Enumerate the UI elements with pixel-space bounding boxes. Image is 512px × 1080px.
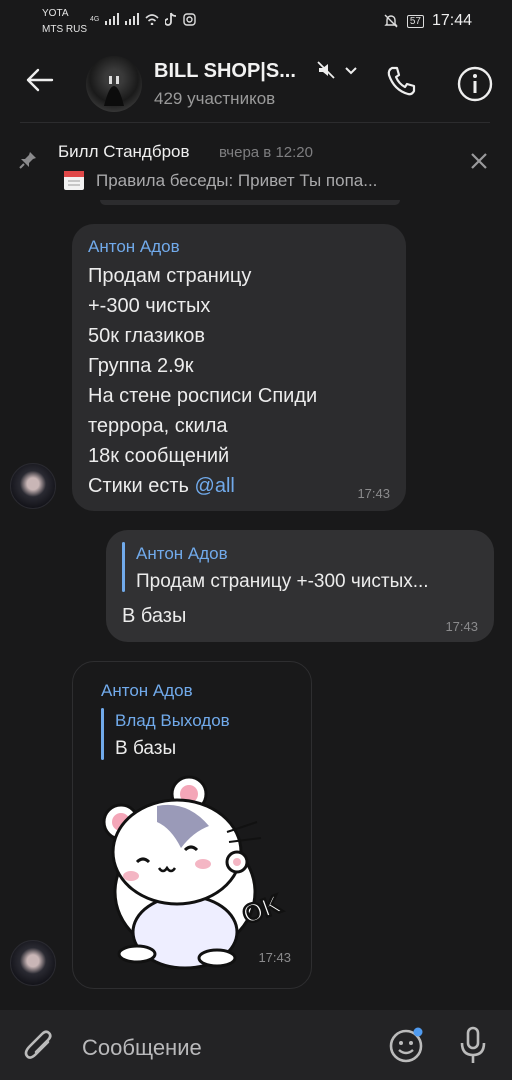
signal-icon bbox=[105, 13, 120, 25]
pinned-time: вчера в 12:20 bbox=[219, 144, 313, 161]
status-bar: YOTA MTS RUS 4G 57 17:44 bbox=[0, 0, 512, 44]
hamster-sticker[interactable]: OK bbox=[97, 772, 293, 972]
pinned-text: Правила беседы: Привет Ты попа... bbox=[96, 171, 378, 190]
reply-author[interactable]: Влад Выходов bbox=[115, 711, 230, 731]
mute-notifications-icon bbox=[384, 14, 398, 28]
reply-author[interactable]: Антон Адов bbox=[136, 544, 228, 564]
message-text: Продам страницу +-300 чистых 50к глазико… bbox=[88, 265, 318, 497]
message-time: 17:43 bbox=[357, 486, 390, 501]
chat-title[interactable]: BILL SHOP|S... bbox=[154, 60, 296, 83]
reply-text[interactable]: В базы bbox=[115, 738, 176, 760]
network-type: 4G bbox=[90, 15, 100, 23]
reply-quote-bar bbox=[101, 708, 104, 760]
microphone-icon[interactable] bbox=[458, 1026, 488, 1066]
avatar[interactable] bbox=[10, 463, 56, 509]
sticker-message[interactable]: Антон Адов Влад Выходов В базы OK 17:43 bbox=[72, 661, 312, 989]
chevron-down-icon[interactable] bbox=[344, 66, 358, 76]
muted-icon bbox=[317, 61, 335, 79]
calendar-icon bbox=[64, 171, 84, 190]
chat-header bbox=[0, 44, 512, 122]
message-text: В базы bbox=[122, 605, 187, 627]
attach-icon[interactable] bbox=[22, 1028, 58, 1064]
bubble-tail-fragment bbox=[100, 200, 400, 205]
masked-figure-icon bbox=[104, 76, 124, 106]
reply-quote-bar bbox=[122, 542, 125, 592]
message-sender[interactable]: Антон Адов bbox=[88, 237, 180, 257]
message-input[interactable]: Сообщение bbox=[82, 1035, 202, 1061]
back-arrow-icon[interactable] bbox=[26, 68, 54, 92]
carrier-1: YOTA bbox=[42, 8, 69, 19]
tiktok-icon bbox=[165, 12, 177, 26]
message-sender[interactable]: Антон Адов bbox=[101, 681, 193, 701]
status-icons-left: 4G bbox=[90, 12, 197, 26]
emoji-icon[interactable] bbox=[388, 1026, 426, 1064]
chat-avatar[interactable] bbox=[86, 56, 142, 112]
instagram-icon bbox=[183, 12, 197, 26]
status-icons-right: 57 17:44 bbox=[383, 12, 472, 30]
pin-icon bbox=[19, 152, 36, 169]
carrier-2: MTS RUS bbox=[42, 24, 87, 35]
members-count[interactable]: 429 участников bbox=[154, 89, 275, 109]
signal-icon-2 bbox=[125, 13, 140, 25]
message-input-bar bbox=[0, 1010, 512, 1080]
outgoing-message-bubble[interactable]: Антон Адов Продам страницу +-300 чистых.… bbox=[106, 530, 494, 642]
message-bubble[interactable]: Антон Адов Продам страницу +-300 чистых … bbox=[72, 224, 406, 511]
clock: 17:44 bbox=[431, 12, 472, 29]
message-time: 17:43 bbox=[445, 619, 478, 634]
avatar[interactable] bbox=[10, 940, 56, 986]
wifi-icon bbox=[145, 14, 159, 25]
pinned-author: Билл Стандбров bbox=[58, 142, 190, 161]
info-icon[interactable] bbox=[457, 66, 493, 102]
reply-text[interactable]: Продам страницу +-300 чистых... bbox=[136, 571, 429, 593]
message-time: 17:43 bbox=[258, 950, 291, 965]
header-divider bbox=[20, 122, 490, 123]
mention-link[interactable]: @all bbox=[195, 475, 235, 497]
call-icon[interactable] bbox=[384, 64, 418, 98]
battery-icon: 57 bbox=[406, 14, 424, 28]
close-icon[interactable] bbox=[470, 152, 488, 170]
